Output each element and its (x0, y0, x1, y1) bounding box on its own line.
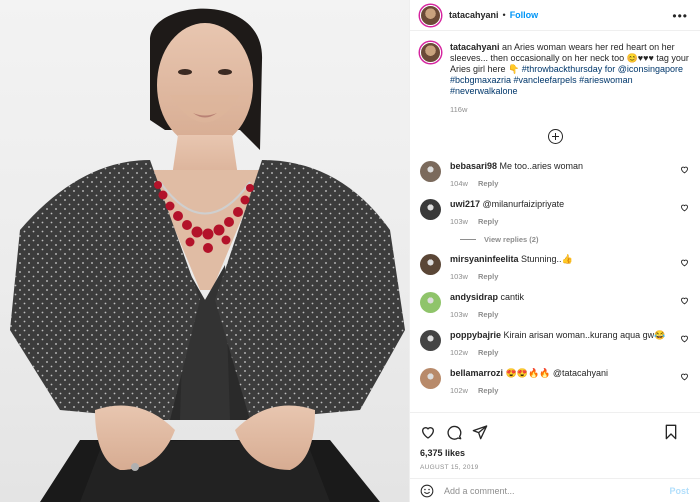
comment-username[interactable]: bellamarrozi (450, 368, 503, 378)
comment-text: Kirain arisan woman..kurang aqua gw😂 (501, 330, 666, 340)
post-date[interactable]: AUGUST 15, 2019 (420, 464, 691, 471)
comment-like-heart-icon[interactable] (680, 258, 689, 267)
follow-button[interactable]: Follow (510, 10, 539, 20)
comment-row: poppybajrie Kirain arisan woman..kurang … (420, 330, 691, 358)
comment-time[interactable]: 103w (450, 310, 468, 319)
caption-body: tatacahyani an Aries woman wears her red… (450, 42, 690, 115)
reply-button[interactable]: Reply (478, 179, 498, 188)
commenter-avatar[interactable] (420, 199, 441, 220)
comment-meta: 102w Reply (450, 385, 680, 396)
comment-text: @milanurfaizipriyate (480, 199, 565, 209)
comment-row: bellamarrozi 😍😍🔥🔥 @tatacahyani 102w Reply (420, 368, 691, 396)
view-replies-line (460, 239, 476, 240)
caption-time[interactable]: 116w (450, 104, 690, 115)
post-header: tatacahyani • Follow ••• (410, 0, 700, 31)
comment-body: bellamarrozi 😍😍🔥🔥 @tatacahyani 102w Reply (450, 368, 680, 396)
comment-text: Stunning..👍 (518, 254, 573, 264)
post-sidebar: tatacahyani • Follow ••• tatacahyani an … (409, 0, 700, 502)
commenter-avatar[interactable] (420, 292, 441, 313)
load-more-wrapper (420, 129, 691, 146)
comment-row: andysidrap cantik 103w Reply (420, 292, 691, 320)
save-bookmark-icon[interactable] (663, 424, 679, 440)
comment-body: andysidrap cantik 103w Reply (450, 292, 680, 320)
author-avatar[interactable] (420, 4, 441, 26)
post-photo-illustration (10, 8, 405, 502)
comment-time[interactable]: 102w (450, 386, 468, 395)
separator-dot: • (502, 10, 506, 20)
emoji-icon[interactable] (420, 484, 434, 498)
post-photo (0, 0, 409, 502)
comment-meta: 104w Reply (450, 178, 680, 189)
commenter-avatar[interactable] (420, 254, 441, 275)
reply-button[interactable]: Reply (478, 310, 498, 319)
comment-container: bebasari98 Me too..aries woman 104w Reply u… (420, 161, 691, 396)
post-comment-button[interactable]: Post (669, 486, 689, 496)
reply-button[interactable]: Reply (478, 217, 498, 226)
view-replies-button[interactable]: View replies (2) (460, 235, 691, 244)
post-caption: tatacahyani an Aries woman wears her red… (420, 42, 691, 115)
action-icons (420, 421, 691, 443)
comment-text: cantik (498, 292, 525, 302)
comment-meta: 102w Reply (450, 347, 680, 358)
comment-input[interactable] (444, 485, 644, 496)
comment-row: bebasari98 Me too..aries woman 104w Reply (420, 161, 691, 189)
comment-like-heart-icon[interactable] (680, 296, 689, 305)
more-options-icon[interactable]: ••• (672, 9, 688, 23)
commenter-avatar[interactable] (420, 368, 441, 389)
author-username[interactable]: tatacahyani (449, 10, 499, 20)
comment-text: Me too..aries woman (497, 161, 584, 171)
comment-body: bebasari98 Me too..aries woman 104w Reply (450, 161, 680, 189)
add-comment-bar: Post (410, 478, 700, 502)
comment-meta: 103w Reply (450, 216, 680, 227)
load-more-comments-icon[interactable] (548, 129, 563, 144)
comment-row: mirsyaninfeelita Stunning..👍 103w Reply (420, 254, 691, 282)
comment-time[interactable]: 103w (450, 217, 468, 226)
commenter-avatar[interactable] (420, 161, 441, 182)
caption-username[interactable]: tatacahyani (450, 42, 500, 52)
comment-username[interactable]: mirsyaninfeelita (450, 254, 519, 264)
comment-meta: 103w Reply (450, 309, 680, 320)
comment-text: 😍😍🔥🔥 @tatacahyani (503, 368, 609, 378)
comment-username[interactable]: poppybajrie (450, 330, 501, 340)
comment-icon[interactable] (446, 424, 462, 440)
comment-body: uwi217 @milanurfaizipriyate 103w Reply (450, 199, 680, 227)
likes-count[interactable]: 6,375 likes (420, 448, 691, 458)
commenter-avatar[interactable] (420, 330, 441, 351)
view-replies-label: View replies (2) (484, 235, 539, 244)
comment-body: mirsyaninfeelita Stunning..👍 103w Reply (450, 254, 680, 282)
comment-row: uwi217 @milanurfaizipriyate 103w Reply (420, 199, 691, 227)
share-icon[interactable] (472, 424, 488, 440)
comment-like-heart-icon[interactable] (680, 165, 689, 174)
comment-time[interactable]: 103w (450, 272, 468, 281)
comment-meta: 103w Reply (450, 271, 680, 282)
comment-username[interactable]: uwi217 (450, 199, 480, 209)
comment-like-heart-icon[interactable] (680, 203, 689, 212)
comments-list[interactable]: tatacahyani an Aries woman wears her red… (410, 32, 700, 404)
comment-like-heart-icon[interactable] (680, 372, 689, 381)
reply-button[interactable]: Reply (478, 386, 498, 395)
like-heart-icon[interactable] (420, 424, 436, 440)
caption-avatar[interactable] (420, 42, 441, 63)
post-actions: 6,375 likes AUGUST 15, 2019 (410, 412, 700, 471)
reply-button[interactable]: Reply (478, 272, 498, 281)
comment-time[interactable]: 102w (450, 348, 468, 357)
comment-time[interactable]: 104w (450, 179, 468, 188)
comment-like-heart-icon[interactable] (680, 334, 689, 343)
comment-username[interactable]: andysidrap (450, 292, 498, 302)
reply-button[interactable]: Reply (478, 348, 498, 357)
comment-body: poppybajrie Kirain arisan woman..kurang … (450, 330, 680, 358)
comment-username[interactable]: bebasari98 (450, 161, 497, 171)
